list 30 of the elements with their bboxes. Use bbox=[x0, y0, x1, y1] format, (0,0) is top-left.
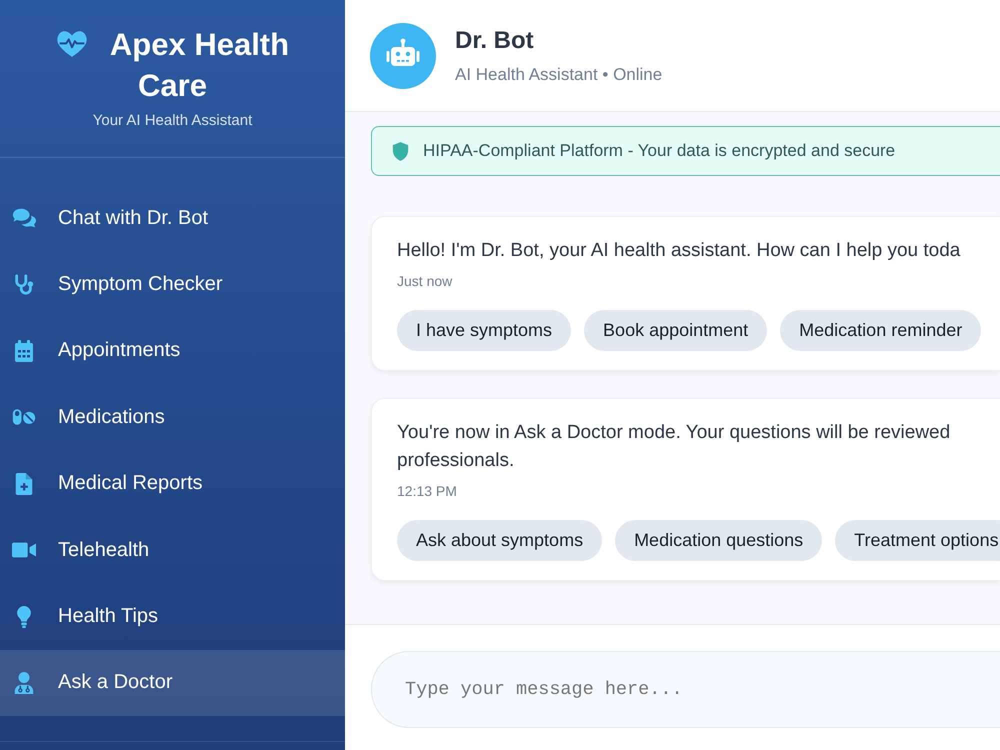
quick-reply-button[interactable]: Ask about symptoms bbox=[397, 520, 602, 561]
quick-reply-button[interactable]: I have symptoms bbox=[397, 310, 572, 351]
chat-bubbles-icon bbox=[12, 207, 36, 230]
nav-item[interactable]: Telehealth bbox=[0, 516, 345, 584]
app-tagline: Your AI Health Assistant bbox=[92, 112, 254, 130]
nav-item[interactable]: Medical Reports bbox=[0, 450, 345, 517]
nav-item[interactable]: Ask a Doctor bbox=[0, 650, 345, 716]
nav-item[interactable]: Medications bbox=[0, 384, 345, 451]
notice-text: HIPAA-Compliant Platform - Your data is encrypted and secure bbox=[423, 141, 896, 161]
robot-avatar-icon bbox=[370, 22, 436, 88]
quick-reply-button[interactable]: Medication reminder bbox=[780, 310, 982, 351]
doctor-icon bbox=[12, 672, 36, 694]
quick-reply-button[interactable]: Treatment options bbox=[835, 520, 1000, 561]
shield-icon bbox=[392, 142, 409, 160]
bot-status: AI Health Assistant • Online bbox=[455, 64, 662, 86]
heart-pulse-icon bbox=[56, 30, 88, 58]
quick-reply-button[interactable]: Medication questions bbox=[615, 520, 822, 561]
nav-item[interactable]: Symptom Checker bbox=[0, 251, 345, 318]
nav-item[interactable]: Appointments bbox=[0, 318, 345, 384]
nav-item[interactable]: Health Tips bbox=[0, 583, 345, 650]
message-input[interactable]: Type your message here... bbox=[371, 651, 1000, 728]
bot-name: Dr. Bot bbox=[455, 26, 535, 56]
message-time: 12:13 PM bbox=[397, 482, 458, 501]
app-title: Apex Health Care bbox=[110, 27, 290, 103]
message-text: Hello! I'm Dr. Bot, your AI health assistant. How can I help you toda bbox=[397, 239, 962, 263]
calendar-icon bbox=[12, 340, 36, 362]
quick-reply-button[interactable]: Book appointment bbox=[584, 310, 768, 351]
nav-item[interactable]: Chat with Dr. Bot bbox=[0, 185, 345, 252]
message-text: You're now in Ask a Doctor mode. Your questions will be reviewed professionals. bbox=[397, 421, 952, 473]
message-time: Just now bbox=[397, 272, 454, 291]
